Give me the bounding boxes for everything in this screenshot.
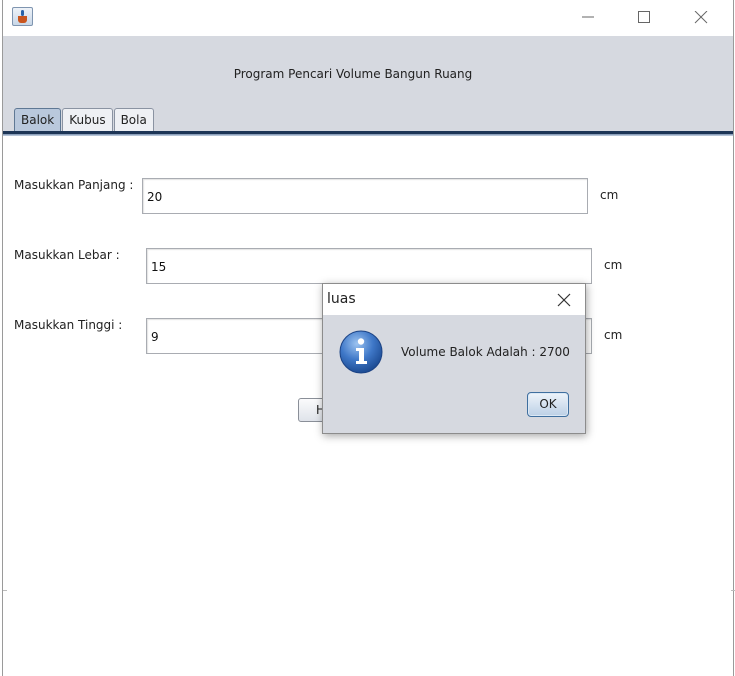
tab-divider-shadow <box>3 135 733 136</box>
panjang-label: Masukkan Panjang : <box>14 178 134 192</box>
message-dialog: luas Volume Balok Adalah : 2700 OK <box>322 283 586 434</box>
tinggi-unit: cm <box>604 328 623 342</box>
lebar-unit: cm <box>604 258 623 272</box>
title-bar[interactable] <box>3 0 733 36</box>
close-icon <box>694 11 708 24</box>
java-app-icon[interactable] <box>12 7 33 26</box>
dialog-title: luas <box>327 291 356 307</box>
info-icon <box>339 330 383 374</box>
minimize-icon <box>582 16 594 18</box>
tab-bar: Balok Kubus Bola <box>14 108 155 131</box>
close-icon <box>557 293 571 307</box>
left-edge-mark <box>3 590 7 591</box>
minimize-button[interactable] <box>565 0 611 34</box>
tab-kubus[interactable]: Kubus <box>62 108 113 131</box>
maximize-button[interactable] <box>621 0 667 34</box>
lebar-input[interactable]: 15 <box>146 248 592 284</box>
maximize-icon <box>638 11 650 23</box>
lebar-label: Masukkan Lebar : <box>14 248 120 262</box>
tab-balok[interactable]: Balok <box>14 108 62 131</box>
panjang-unit: cm <box>600 188 619 202</box>
close-button[interactable] <box>678 0 724 34</box>
panjang-input[interactable]: 20 <box>142 178 588 214</box>
tab-bola[interactable]: Bola <box>113 108 154 131</box>
dialog-close-button[interactable] <box>551 290 577 310</box>
page-title: Program Pencari Volume Bangun Ruang <box>233 67 473 81</box>
tinggi-label: Masukkan Tinggi : <box>14 318 123 332</box>
right-edge-mark <box>731 590 735 591</box>
header-panel: Program Pencari Volume Bangun Ruang Balo… <box>3 36 733 132</box>
dialog-title-bar[interactable]: luas <box>323 284 585 315</box>
ok-button[interactable]: OK <box>527 392 569 417</box>
dialog-message: Volume Balok Adalah : 2700 <box>401 345 570 359</box>
